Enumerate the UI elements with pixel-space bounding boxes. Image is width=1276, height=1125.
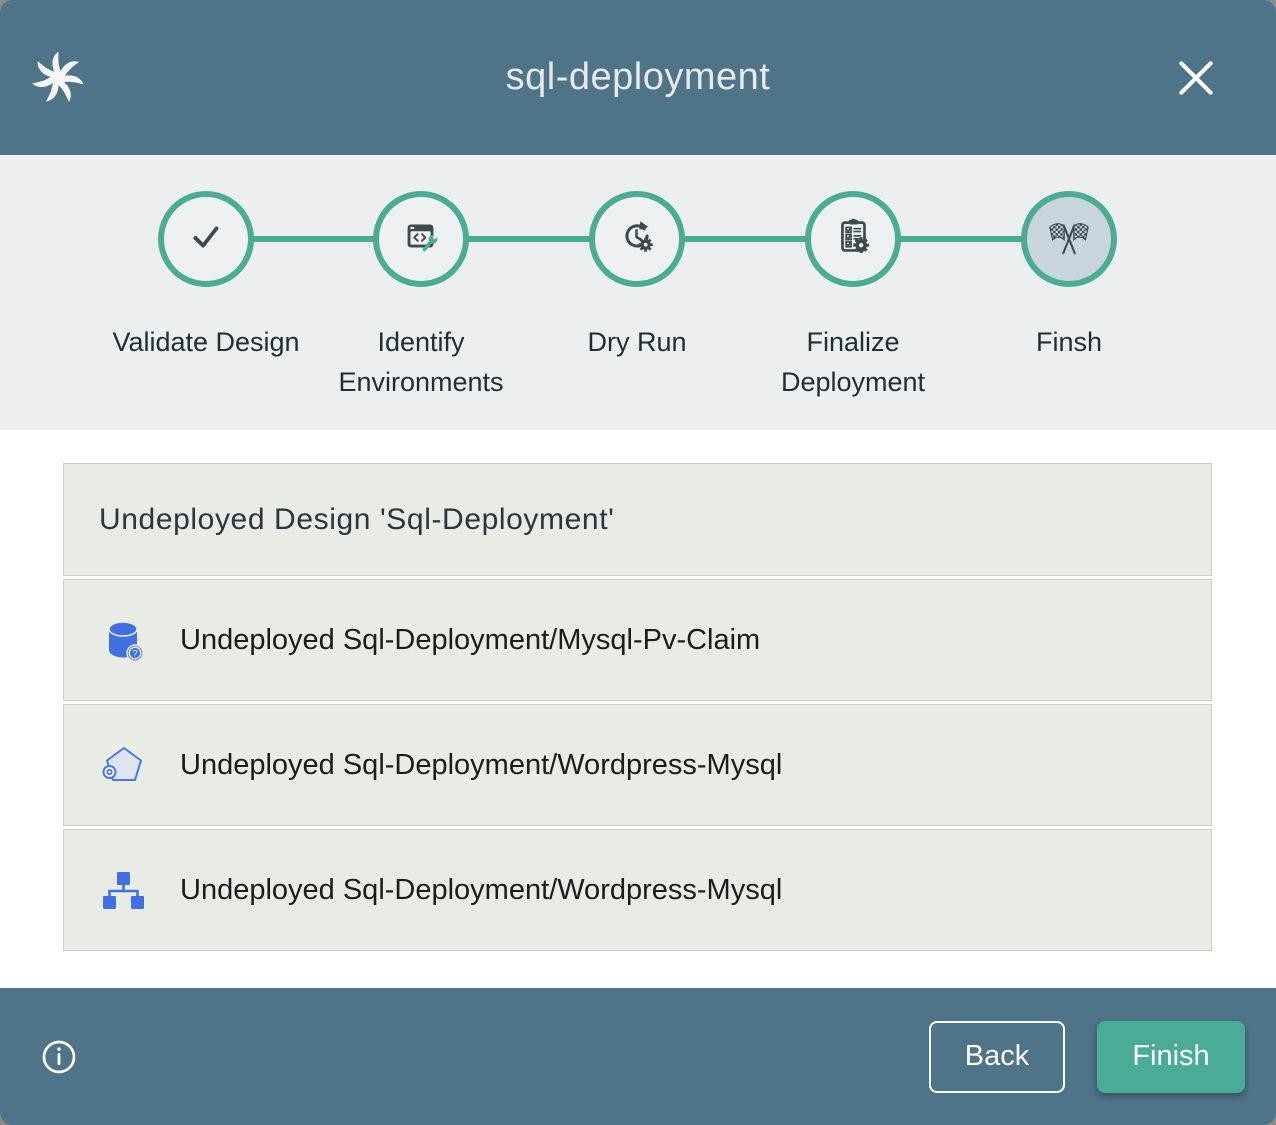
modal-header: sql-deployment bbox=[0, 0, 1276, 155]
back-button[interactable]: Back bbox=[929, 1021, 1065, 1093]
list-item: Undeployed Design 'Sql-Deployment' bbox=[63, 463, 1212, 576]
step-dry-run[interactable] bbox=[589, 191, 685, 287]
svg-text:?: ? bbox=[132, 648, 137, 659]
modal-footer: Back Finish bbox=[0, 988, 1276, 1125]
footer-actions: Back Finish bbox=[929, 1021, 1276, 1093]
step-identify-environments[interactable] bbox=[373, 191, 469, 287]
pentagon-icon bbox=[99, 741, 147, 789]
close-icon[interactable] bbox=[1172, 54, 1220, 102]
hierarchy-icon bbox=[99, 866, 147, 914]
resource-status-text: Undeployed Sql-Deployment/Wordpress-Mysq… bbox=[180, 749, 782, 782]
sync-gear-icon bbox=[614, 214, 660, 265]
code-window-wrench-icon bbox=[398, 214, 444, 265]
step-label-finish: Finsh bbox=[974, 322, 1164, 362]
resource-status-text: Undeployed Sql-Deployment/Mysql-Pv-Claim bbox=[180, 624, 760, 657]
step-validate-design[interactable] bbox=[158, 191, 254, 287]
modal-title: sql-deployment bbox=[0, 0, 1276, 155]
finish-button[interactable]: Finish bbox=[1097, 1021, 1245, 1093]
step-finish[interactable] bbox=[1021, 191, 1117, 287]
wizard-stepper: Validate Design Identify Environments Dr… bbox=[0, 155, 1276, 430]
checkered-flags-icon bbox=[1046, 214, 1092, 265]
design-status-text: Undeployed Design 'Sql-Deployment' bbox=[99, 503, 614, 537]
checklist-gear-icon bbox=[830, 214, 876, 265]
step-finalize-deployment[interactable] bbox=[805, 191, 901, 287]
step-label-validate-design: Validate Design bbox=[111, 322, 301, 362]
info-icon[interactable] bbox=[39, 1037, 79, 1077]
deployment-status-panel: Undeployed Design 'Sql-Deployment' ? Und… bbox=[63, 463, 1212, 951]
list-item: Undeployed Sql-Deployment/Wordpress-Mysq… bbox=[63, 829, 1212, 951]
database-icon: ? bbox=[99, 616, 147, 664]
wizard-content: Undeployed Design 'Sql-Deployment' ? Und… bbox=[0, 430, 1276, 988]
list-item: Undeployed Sql-Deployment/Wordpress-Mysq… bbox=[63, 704, 1212, 826]
step-label-dry-run: Dry Run bbox=[542, 322, 732, 362]
resource-status-text: Undeployed Sql-Deployment/Wordpress-Mysq… bbox=[180, 874, 782, 907]
step-label-identify-environments: Identify Environments bbox=[326, 322, 516, 402]
deployment-wizard-modal: sql-deployment bbox=[0, 0, 1276, 1125]
check-icon bbox=[183, 214, 229, 265]
step-label-finalize-deployment: Finalize Deployment bbox=[758, 322, 948, 402]
list-item: ? Undeployed Sql-Deployment/Mysql-Pv-Cla… bbox=[63, 579, 1212, 701]
